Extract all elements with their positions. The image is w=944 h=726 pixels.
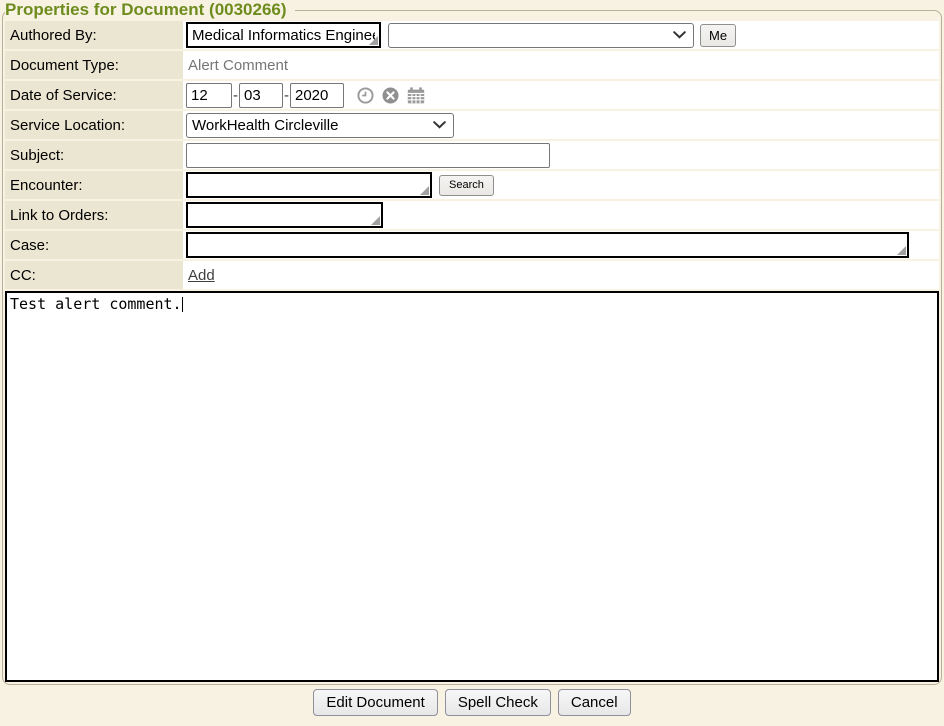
row-encounter: Encounter: Search: [5, 171, 939, 199]
date-year-input[interactable]: [290, 83, 344, 108]
footer-button-bar: Edit Document Spell Check Cancel: [0, 689, 944, 716]
me-button[interactable]: Me: [700, 24, 736, 47]
authored-by-input[interactable]: [186, 22, 381, 48]
date-month-input[interactable]: [186, 83, 232, 108]
service-location-label: Service Location:: [5, 111, 183, 139]
authored-by-label: Authored By:: [5, 21, 183, 49]
document-type-label: Document Type:: [5, 51, 183, 79]
case-input[interactable]: [186, 232, 909, 258]
edit-document-button[interactable]: Edit Document: [313, 689, 437, 716]
calendar-icon[interactable]: [407, 87, 425, 104]
date-day-input[interactable]: [239, 83, 283, 108]
clear-icon[interactable]: [382, 87, 399, 104]
subject-input[interactable]: [186, 143, 550, 168]
clock-icon[interactable]: [357, 87, 374, 104]
document-type-value: Alert Comment: [186, 57, 288, 74]
spell-check-button[interactable]: Spell Check: [445, 689, 551, 716]
row-service-location: Service Location: WorkHealth Circleville: [5, 111, 939, 139]
row-case: Case:: [5, 231, 939, 259]
date-separator: -: [233, 87, 238, 104]
row-date-of-service: Date of Service: - -: [5, 81, 939, 109]
page-title: Properties for Document (0030266): [5, 0, 295, 20]
encounter-label: Encounter:: [5, 171, 183, 199]
link-to-orders-input[interactable]: [186, 202, 383, 228]
encounter-input[interactable]: [186, 172, 432, 198]
row-subject: Subject:: [5, 141, 939, 169]
cc-label: CC:: [5, 261, 183, 289]
document-body-textarea[interactable]: Test alert comment.: [5, 291, 939, 682]
service-location-select[interactable]: WorkHealth Circleville: [186, 113, 454, 138]
row-link-to-orders: Link to Orders:: [5, 201, 939, 229]
text-cursor: [182, 297, 183, 312]
row-authored-by: Authored By: Me: [5, 21, 939, 49]
case-label: Case:: [5, 231, 183, 259]
authored-by-assist-select[interactable]: [388, 23, 694, 48]
row-document-type: Document Type: Alert Comment: [5, 51, 939, 79]
document-body-section: Test alert comment.: [5, 291, 939, 682]
row-cc: CC: Add: [5, 261, 939, 289]
date-separator: -: [284, 87, 289, 104]
cc-add-link[interactable]: Add: [186, 267, 215, 284]
date-of-service-label: Date of Service:: [5, 81, 183, 109]
encounter-search-button[interactable]: Search: [439, 175, 494, 196]
subject-label: Subject:: [5, 141, 183, 169]
cancel-button[interactable]: Cancel: [558, 689, 631, 716]
link-to-orders-label: Link to Orders:: [5, 201, 183, 229]
document-properties-panel: Properties for Document (0030266) Author…: [2, 0, 942, 685]
